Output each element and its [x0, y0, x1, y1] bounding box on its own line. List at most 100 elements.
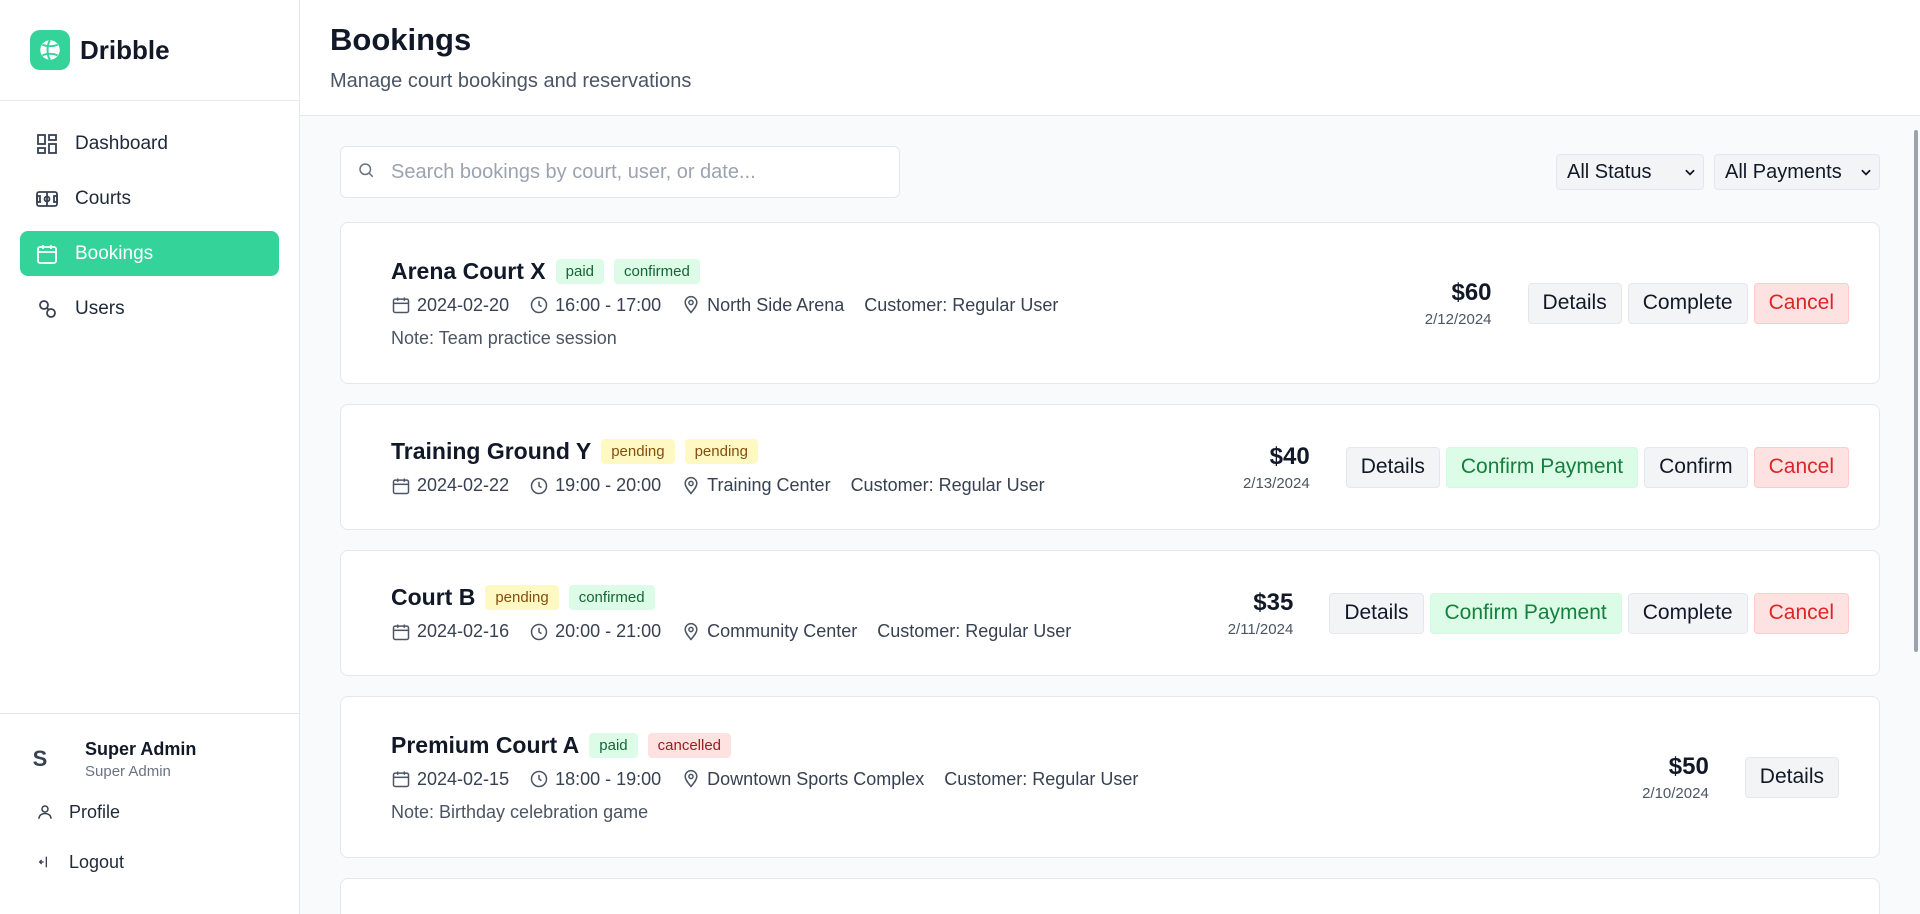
logout-label: Logout — [69, 851, 125, 872]
scrollbar[interactable] — [1914, 130, 1918, 652]
sidebar-item-label: Courts — [75, 187, 131, 209]
confirm-payment-button[interactable]: Confirm Payment — [1429, 592, 1622, 634]
booking-price: $40 — [1269, 442, 1310, 470]
payment-filter-select[interactable]: All Payments — [1714, 154, 1880, 190]
basketball-logo-icon — [30, 30, 70, 70]
booking-created-date: 2/13/2024 — [1242, 474, 1310, 492]
page-title: Bookings — [330, 22, 472, 57]
sidebar-item-bookings[interactable]: Bookings — [20, 231, 279, 276]
booking-customer: Customer: Regular User — [877, 621, 1072, 641]
user-icon — [35, 802, 55, 822]
page-header: Bookings Manage court bookings and reser… — [300, 0, 1920, 116]
users-icon — [35, 297, 59, 321]
details-button[interactable]: Details — [1345, 446, 1440, 488]
payment-status-badge: paid — [589, 732, 638, 758]
confirm-button[interactable]: Confirm — [1644, 446, 1748, 488]
brand-name: Dribble — [80, 34, 170, 65]
court-icon — [35, 187, 59, 211]
booking-status-badge: confirmed — [614, 258, 700, 284]
details-button[interactable]: Details — [1744, 756, 1839, 798]
location-pin-icon — [684, 769, 698, 788]
profile-label: Profile — [69, 801, 121, 822]
complete-button[interactable]: Complete — [1627, 592, 1748, 634]
booking-card: Court B pending confirmed 2024-02-16 20:… — [340, 550, 1880, 676]
sidebar: Dribble Dashboard Courts Bookings Users … — [0, 0, 300, 914]
booking-status-badge: pending — [684, 439, 758, 464]
payment-status-badge: pending — [601, 439, 675, 464]
confirm-payment-button[interactable]: Confirm Payment — [1445, 446, 1639, 488]
clock-icon — [530, 296, 548, 314]
cancel-button[interactable]: Cancel — [1753, 282, 1849, 324]
profile-link[interactable]: Profile — [20, 790, 279, 834]
sidebar-item-courts[interactable]: Courts — [20, 176, 279, 221]
court-name: Court B — [391, 584, 476, 610]
search-box — [340, 146, 900, 198]
sidebar-item-users[interactable]: Users — [20, 286, 279, 331]
status-filter-select[interactable]: All Status — [1556, 154, 1704, 190]
booking-date: 2024-02-15 — [417, 768, 510, 789]
clock-icon — [530, 623, 548, 640]
sidebar-nav: Dashboard Courts Bookings Users — [0, 101, 299, 331]
booking-price: $60 — [1451, 278, 1492, 306]
booking-location: Training Center — [707, 475, 831, 495]
calendar-icon — [35, 242, 59, 266]
sidebar-item-dashboard[interactable]: Dashboard — [20, 121, 279, 166]
booking-created-date: 2/10/2024 — [1642, 784, 1709, 802]
cancel-button[interactable]: Cancel — [1753, 446, 1849, 488]
court-name: Arena Court X — [391, 257, 546, 284]
bookings-content: All Status All Payments — [300, 116, 1920, 914]
booking-time: 20:00 - 21:00 — [555, 621, 662, 641]
booking-customer: Customer: Regular User — [944, 768, 1139, 789]
booking-customer: Customer: Regular User — [850, 475, 1045, 495]
booking-date: 2024-02-16 — [417, 621, 510, 641]
booking-note: Note: Birthday celebration game — [391, 801, 649, 822]
clock-icon — [530, 770, 548, 788]
chevron-down-icon — [1859, 165, 1873, 179]
booking-card: Premium Court A paid cancelled 2024-02-1… — [340, 696, 1880, 858]
booking-customer: Customer: Regular User — [864, 294, 1059, 315]
booking-time: 19:00 - 20:00 — [555, 475, 662, 495]
location-pin-icon — [684, 295, 698, 314]
booking-status-badge: cancelled — [647, 732, 732, 758]
cancel-button[interactable]: Cancel — [1753, 592, 1849, 634]
booking-created-date: 2/11/2024 — [1227, 620, 1294, 638]
location-pin-icon — [684, 622, 698, 641]
logout-icon — [35, 852, 55, 872]
logout-link[interactable]: Logout — [20, 840, 279, 884]
user-name: Super Admin — [85, 738, 197, 759]
complete-button[interactable]: Complete — [1627, 282, 1748, 324]
court-name: Premium Court A — [391, 731, 580, 758]
booking-card: Arena Court X paid confirmed 2024-02-20 … — [340, 222, 1880, 384]
toolbar: All Status All Payments — [340, 146, 1880, 198]
sidebar-footer: S Super Admin Super Admin Profile Logout — [0, 713, 299, 884]
court-name: Training Ground Y — [391, 438, 592, 464]
calendar-icon — [392, 624, 410, 640]
main-content: Bookings Manage court bookings and reser… — [300, 0, 1920, 914]
booking-note: Note: Team practice session — [391, 327, 617, 348]
location-pin-icon — [684, 476, 698, 495]
avatar: S — [32, 746, 48, 771]
sidebar-item-label: Users — [75, 297, 125, 319]
booking-location: Downtown Sports Complex — [707, 768, 925, 789]
booking-card — [340, 878, 1880, 914]
status-filter-value: All Status — [1567, 160, 1652, 183]
search-input[interactable] — [391, 160, 871, 184]
booking-status-badge: confirmed — [568, 585, 655, 610]
payment-status-badge: pending — [485, 585, 559, 610]
booking-date: 2024-02-22 — [417, 475, 510, 495]
clock-icon — [530, 477, 548, 494]
filters: All Status All Payments — [1556, 154, 1880, 190]
booking-date: 2024-02-20 — [417, 294, 510, 315]
details-button[interactable]: Details — [1329, 592, 1424, 634]
app-root: Dribble Dashboard Courts Bookings Users … — [0, 0, 1920, 914]
booking-time: 16:00 - 17:00 — [555, 294, 662, 315]
payment-filter-value: All Payments — [1725, 160, 1842, 183]
page-subtitle: Manage court bookings and reservations — [330, 70, 692, 92]
details-button[interactable]: Details — [1527, 282, 1622, 324]
booking-location: Community Center — [707, 621, 858, 641]
booking-price: $50 — [1668, 752, 1709, 780]
current-user: S Super Admin Super Admin — [20, 734, 279, 784]
brand[interactable]: Dribble — [0, 0, 299, 101]
calendar-icon — [392, 478, 410, 494]
sidebar-item-label: Dashboard — [75, 132, 168, 154]
